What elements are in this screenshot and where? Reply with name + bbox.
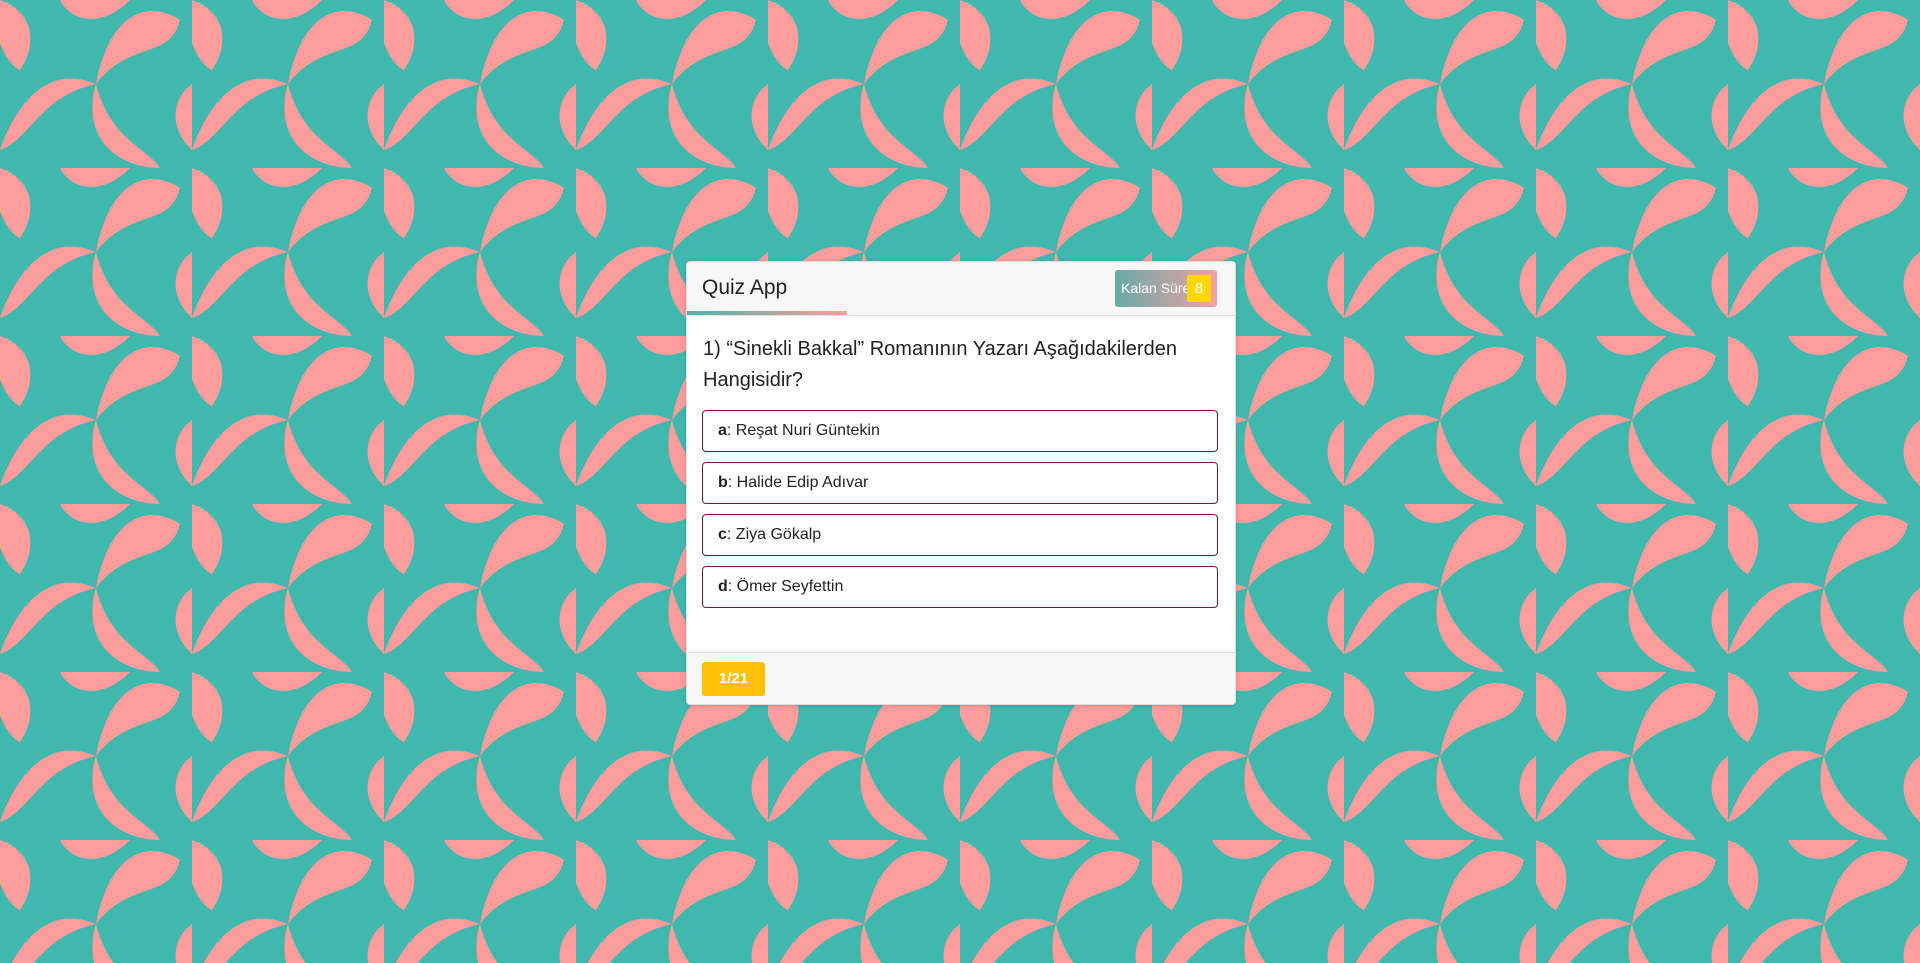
card-header: Quiz App Kalan Süre 8 bbox=[687, 262, 1235, 316]
option-c[interactable]: c: Ziya Gökalp bbox=[702, 514, 1218, 556]
option-a[interactable]: a: Reşat Nuri Güntekin bbox=[702, 410, 1218, 452]
question-text: 1) “Sinekli Bakkal” Romanının Yazarı Aşa… bbox=[703, 338, 1177, 391]
option-key: c bbox=[718, 526, 727, 543]
option-label: Halide Edip Adıvar bbox=[736, 474, 869, 491]
quiz-card: Quiz App Kalan Süre 8 1) “Sinekli Bakkal… bbox=[686, 261, 1236, 705]
time-progress-line bbox=[687, 311, 847, 315]
option-key: d bbox=[718, 578, 728, 595]
option-label: Ziya Gökalp bbox=[735, 526, 822, 543]
option-label: Ömer Seyfettin bbox=[736, 578, 844, 595]
option-d[interactable]: d: Ömer Seyfettin bbox=[702, 566, 1218, 608]
timer-box: Kalan Süre 8 bbox=[1115, 270, 1217, 307]
question-counter-badge: 1/21 bbox=[702, 662, 765, 696]
option-key: b bbox=[718, 474, 728, 491]
card-footer: 1/21 bbox=[687, 652, 1235, 704]
timer-label: Kalan Süre bbox=[1121, 280, 1191, 296]
app-title: Quiz App bbox=[702, 276, 788, 299]
option-key: a bbox=[718, 422, 727, 439]
option-b[interactable]: b: Halide Edip Adıvar bbox=[702, 462, 1218, 504]
timer-seconds: 8 bbox=[1187, 275, 1211, 302]
option-label: Reşat Nuri Güntekin bbox=[735, 422, 880, 439]
